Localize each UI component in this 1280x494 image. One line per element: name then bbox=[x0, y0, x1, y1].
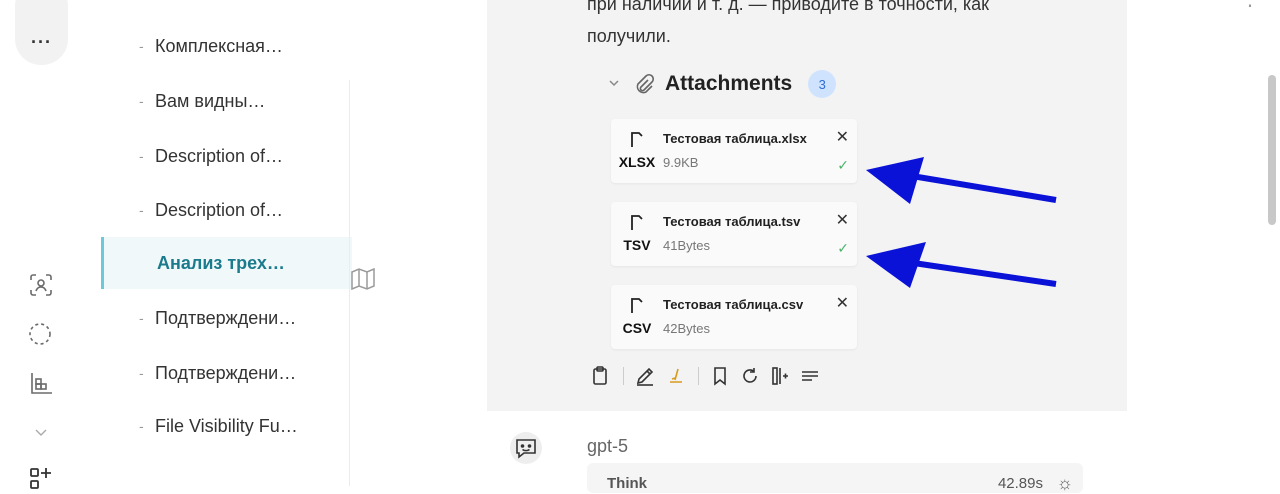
chevron-down-icon[interactable] bbox=[607, 76, 625, 93]
clipboard-icon[interactable] bbox=[589, 365, 611, 387]
scrollbar[interactable] bbox=[1268, 75, 1276, 225]
file-extension: TSV bbox=[623, 237, 651, 253]
sun-icon: ☼ bbox=[1056, 473, 1074, 493]
face-scan-icon[interactable] bbox=[28, 272, 54, 298]
assistant-message: при наличии и т. д. — приводите в точнос… bbox=[487, 0, 1127, 411]
left-rail: ··· bbox=[0, 0, 83, 489]
sidebar-item-label: Анализ трех… bbox=[157, 252, 285, 273]
bookmark-icon[interactable] bbox=[709, 365, 731, 387]
file-extension: XLSX bbox=[618, 154, 656, 170]
kebab-menu-icon[interactable]: ⋮ bbox=[1240, 0, 1260, 9]
sidebar-item[interactable]: - Подтверждени… bbox=[102, 347, 347, 399]
check-icon: ✓ bbox=[837, 157, 849, 173]
sidebar-item-label: Подтверждени… bbox=[155, 307, 297, 328]
close-icon[interactable]: ✕ bbox=[836, 210, 849, 230]
dashed-circle-list-icon[interactable] bbox=[28, 322, 54, 348]
sidebar-item-label: Description of… bbox=[155, 199, 284, 220]
attachment-card[interactable]: XLSX Тестовая таблица.xlsx 9.9KB ✕ ✓ bbox=[611, 119, 857, 183]
message-toolbar bbox=[589, 364, 829, 388]
sidebar-item-dash: - bbox=[139, 418, 144, 434]
close-icon[interactable]: ✕ bbox=[836, 127, 849, 147]
model-name: gpt-5 bbox=[587, 436, 629, 456]
sidebar-item-active[interactable]: Анализ трех… bbox=[101, 237, 352, 289]
regenerate-icon[interactable] bbox=[739, 365, 761, 387]
attachments-header[interactable]: Attachments 3 bbox=[607, 70, 837, 98]
sidebar-item-label: File Visibility Fu… bbox=[155, 415, 298, 436]
file-extension: CSV bbox=[622, 320, 652, 336]
file-size: 9.9KB bbox=[663, 155, 699, 170]
file-size: 42Bytes bbox=[663, 321, 710, 336]
sidebar-item-label: Description of… bbox=[155, 145, 284, 166]
menu-lines-icon[interactable] bbox=[799, 365, 821, 387]
insert-column-icon[interactable] bbox=[769, 365, 791, 387]
sidebar-item[interactable]: - File Visibility Fu… bbox=[102, 400, 347, 452]
file-name: Тестовая таблица.xlsx bbox=[663, 131, 807, 146]
attachments-title: Attachments bbox=[665, 72, 793, 95]
think-panel[interactable]: Think 42.89s ☼ bbox=[587, 463, 1083, 493]
sidebar-item-dash: - bbox=[139, 310, 144, 326]
sidebar-item-label: Комплексная… bbox=[155, 35, 283, 56]
pen-signature-icon[interactable] bbox=[664, 365, 686, 387]
think-label: Think bbox=[607, 475, 647, 492]
paperclip-icon bbox=[633, 73, 655, 95]
sidebar-item-label: Вам видны… bbox=[155, 90, 266, 111]
sidebar-item-dash: - bbox=[139, 365, 144, 381]
attachment-card[interactable]: CSV Тестовая таблица.csv 42Bytes ✕ bbox=[611, 285, 857, 349]
message-text: при наличии и т. д. — приводите в точнос… bbox=[587, 0, 1107, 52]
bot-avatar bbox=[510, 432, 542, 464]
file-name: Тестовая таблица.tsv bbox=[663, 214, 801, 229]
rail-top-group: ··· bbox=[15, 0, 68, 65]
sidebar-divider bbox=[349, 80, 350, 486]
chevron-down-icon[interactable] bbox=[28, 420, 54, 446]
more-options-icon[interactable]: ··· bbox=[15, 32, 68, 53]
toolbar-separator bbox=[623, 367, 624, 385]
edit-icon[interactable] bbox=[634, 365, 656, 387]
message-text-line: при наличии и т. д. — приводите в точнос… bbox=[587, 0, 990, 14]
think-time: 42.89s bbox=[997, 475, 1043, 492]
sidebar-item[interactable]: - Description of… bbox=[102, 184, 347, 236]
sidebar-item[interactable]: - Вам видны… bbox=[102, 75, 347, 127]
grid-chart-icon[interactable] bbox=[28, 370, 54, 396]
sidebar-item-dash: - bbox=[139, 93, 144, 109]
file-name: Тестовая таблица.csv bbox=[663, 297, 804, 312]
sidebar-item[interactable]: - Подтверждени… bbox=[102, 292, 347, 344]
sidebar-item-dash: - bbox=[139, 38, 144, 54]
sidebar-item[interactable]: - Description of… bbox=[102, 130, 347, 182]
sidebar-item-dash: - bbox=[139, 202, 144, 218]
attachment-card[interactable]: TSV Тестовая таблица.tsv 41Bytes ✕ ✓ bbox=[611, 202, 857, 266]
message-text-line: получили. bbox=[587, 26, 671, 46]
file-size: 41Bytes bbox=[663, 238, 710, 253]
file-icon: CSV bbox=[617, 297, 657, 341]
map-icon[interactable] bbox=[351, 267, 375, 291]
close-icon[interactable]: ✕ bbox=[836, 293, 849, 313]
toolbar-separator bbox=[698, 367, 699, 385]
check-icon: ✓ bbox=[837, 240, 849, 256]
file-icon: XLSX bbox=[617, 131, 657, 175]
file-icon: TSV bbox=[617, 214, 657, 258]
sidebar-item-label: Подтверждени… bbox=[155, 362, 297, 383]
add-app-icon[interactable] bbox=[28, 466, 54, 492]
sidebar-item-dash: - bbox=[139, 148, 144, 164]
sidebar-item[interactable]: - Комплексная… bbox=[102, 20, 347, 72]
attachments-count-badge: 3 bbox=[808, 70, 837, 98]
